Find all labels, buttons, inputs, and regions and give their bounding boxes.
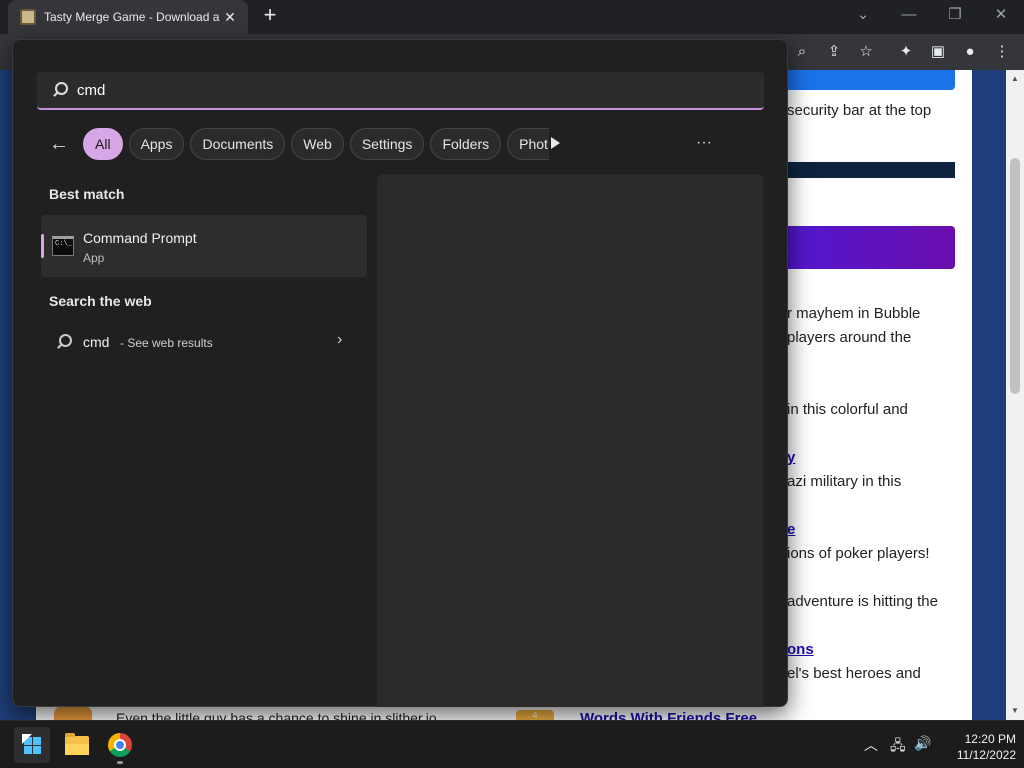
side-panel-icon[interactable]: ▣ — [926, 40, 950, 64]
filter-folders[interactable]: Folders — [430, 128, 502, 160]
best-match-result[interactable]: C:\_ Command Prompt App — [41, 215, 367, 277]
new-tab-button[interactable]: + — [258, 4, 282, 28]
clock-time: 12:20 PM — [964, 732, 1016, 746]
close-window-button[interactable]: ✕ — [981, 4, 1021, 28]
page-link[interactable]: e — [787, 521, 795, 538]
profile-icon[interactable]: ● — [958, 40, 982, 64]
chrome-icon — [108, 733, 132, 757]
browser-menu-icon[interactable]: ⋮ — [990, 40, 1014, 64]
filter-settings[interactable]: Settings — [349, 128, 425, 160]
page-text-line: r mayhem in Bubble — [787, 305, 921, 322]
search-box[interactable] — [37, 72, 764, 110]
search-input[interactable] — [77, 81, 677, 99]
extensions-icon[interactable]: ✦ — [894, 40, 918, 64]
tab-search-button[interactable]: ⌄ — [843, 4, 883, 28]
running-indicator — [117, 761, 123, 764]
more-options-icon[interactable]: ··· — [693, 128, 715, 160]
start-button[interactable] — [14, 727, 50, 763]
minimize-button[interactable]: — — [889, 4, 929, 28]
page-link[interactable]: y — [787, 449, 795, 466]
tab-favicon-icon — [20, 9, 36, 25]
scrollbar-thumb[interactable] — [1010, 158, 1020, 394]
filter-bar: ← All Apps Documents Web Settings Folder… — [49, 128, 555, 160]
web-query: cmd — [83, 334, 110, 350]
volume-icon[interactable]: 🔊 — [914, 735, 931, 752]
page-text-line: ions of poker players! — [787, 545, 930, 562]
filter-apps[interactable]: Apps — [128, 128, 185, 160]
page-link[interactable]: ons — [787, 641, 814, 658]
back-arrow-icon[interactable]: ← — [49, 133, 75, 156]
filter-photos[interactable]: Phot — [507, 128, 550, 160]
page-text-line: el's best heroes and — [787, 665, 921, 682]
tab-title: Tasty Merge Game - Download a — [44, 10, 220, 24]
network-icon[interactable]: 🖧 — [890, 735, 906, 759]
bookmark-star-icon[interactable]: ☆ — [854, 40, 878, 64]
web-search-result[interactable]: cmd - See web results › — [41, 327, 367, 357]
start-search-panel: ← All Apps Documents Web Settings Folder… — [12, 39, 788, 707]
search-web-heading: Search the web — [49, 293, 152, 309]
web-results-label: - See web results — [120, 336, 213, 350]
result-preview-pane — [377, 174, 763, 707]
command-prompt-icon: C:\_ — [52, 236, 74, 256]
page-text-line: security bar at the top — [787, 102, 932, 119]
game-thumbnail[interactable] — [54, 706, 92, 720]
selection-accent — [41, 234, 44, 258]
file-explorer-button[interactable] — [58, 727, 94, 763]
filter-all[interactable]: All — [83, 128, 123, 160]
scroll-up-icon[interactable]: ▲ — [1006, 74, 1024, 83]
browser-tab[interactable]: Tasty Merge Game - Download a ✕ — [8, 0, 248, 34]
restore-button[interactable]: ❐ — [935, 4, 975, 28]
system-clock[interactable]: 12:20 PM 11/12/2022 — [940, 731, 1016, 763]
taskbar: ︿ 🖧 🔊 12:20 PM 11/12/2022 — [0, 720, 1024, 768]
mouse-cursor-icon — [22, 734, 32, 744]
page-link[interactable]: Words With Friends Free — [580, 710, 757, 720]
filter-web[interactable]: Web — [291, 128, 344, 160]
page-scrollbar[interactable]: ▲ ▼ — [1006, 70, 1024, 720]
browser-tabstrip: Tasty Merge Game - Download a ✕ + ⌄ — ❐ … — [0, 0, 1024, 34]
show-hidden-icons-icon[interactable]: ︿ — [864, 735, 878, 755]
search-icon — [55, 333, 73, 351]
clock-date: 11/12/2022 — [956, 748, 1016, 762]
search-icon — [51, 81, 69, 99]
game-badge: 4 — [516, 710, 554, 720]
result-name: Command Prompt — [83, 230, 197, 246]
page-text-line: in this colorful and — [787, 401, 908, 418]
page-text-line: azi military in this — [787, 473, 902, 490]
chrome-taskbar-button[interactable] — [102, 727, 138, 763]
result-type: App — [83, 251, 105, 265]
filter-documents[interactable]: Documents — [190, 128, 286, 160]
chevron-right-icon[interactable]: › — [337, 331, 342, 349]
page-text-line: Even the little guy has a chance to shin… — [116, 710, 437, 720]
best-match-heading: Best match — [49, 186, 125, 202]
scroll-down-icon[interactable]: ▼ — [1006, 706, 1024, 715]
share-icon[interactable]: ⇪ — [822, 40, 846, 64]
page-text-line: adventure is hitting the — [787, 593, 938, 610]
tab-close-icon[interactable]: ✕ — [220, 9, 240, 26]
page-text-line: players around the — [787, 329, 912, 346]
folder-icon — [65, 733, 89, 755]
scroll-filters-right-icon[interactable] — [551, 137, 560, 149]
search-icon[interactable]: ⌕ — [790, 40, 814, 64]
